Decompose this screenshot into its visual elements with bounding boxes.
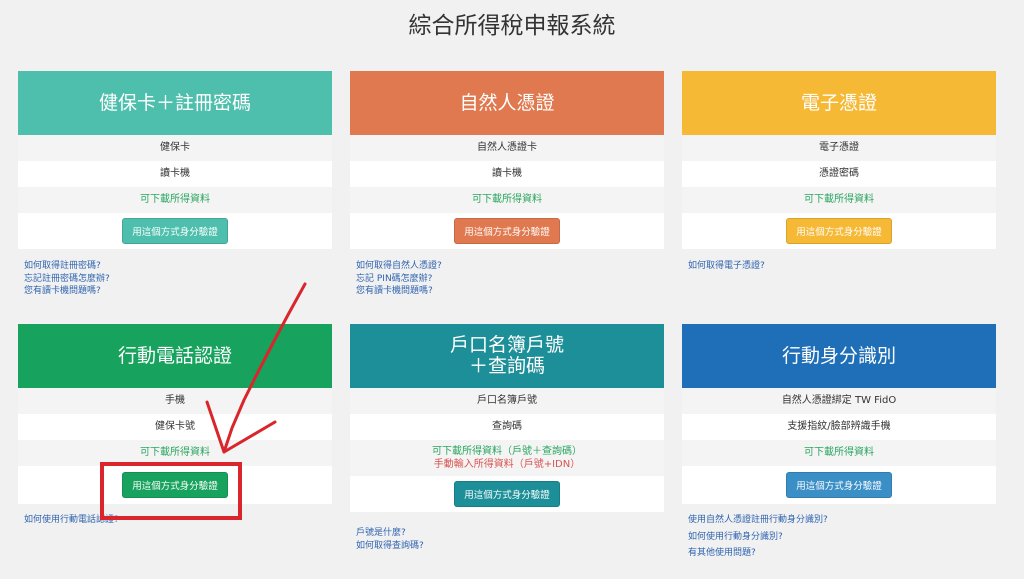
download-note: 可下載所得資料 — [682, 187, 996, 213]
help-links-nhi: 如何取得註冊密碼? 忘記註冊密碼怎麼辦? 您有讀卡機問題嗎? — [24, 260, 344, 298]
card-header-citizen-cert: 自然人憑證 — [350, 71, 664, 135]
help-link[interactable]: 如何取得電子憑證? — [688, 260, 1008, 273]
help-link[interactable]: 有其他使用問題? — [688, 547, 1008, 560]
help-links-citizen-cert: 如何取得自然人憑證? 忘記 PIN碼怎麼辦? 您有讀卡機問題嗎? — [356, 260, 676, 298]
download-note: 可下載所得資料 — [682, 440, 996, 466]
button-row: 用這個方式身分驗證 — [682, 466, 996, 504]
button-row: 用這個方式身分驗證 — [682, 213, 996, 249]
requirement-row: 手機 — [18, 388, 332, 414]
card-header-nhi: 健保卡＋註冊密碼 — [18, 71, 332, 135]
help-links-mobile-phone: 如何使用行動電話認證? — [24, 514, 344, 527]
requirement-row: 讀卡機 — [18, 161, 332, 187]
help-link[interactable]: 您有讀卡機問題嗎? — [24, 285, 344, 298]
card-title: 自然人憑證 — [459, 91, 555, 114]
card-title: 行動電話認證 — [117, 344, 232, 367]
requirement-row: 自然人憑證卡 — [350, 135, 664, 161]
button-row: 用這個方式身分驗證 — [350, 213, 664, 249]
requirement-row: 健保卡號 — [18, 414, 332, 440]
verify-e-cert-button[interactable]: 用這個方式身分驗證 — [786, 218, 892, 244]
help-link[interactable]: 如何取得註冊密碼? — [24, 260, 344, 273]
card-header-household: 戶口名簿戶號 ＋查詢碼 — [350, 324, 664, 388]
card-household: 戶口名簿戶號 ＋查詢碼 戶口名簿戶號 查詢碼 可下載所得資料（戶號＋查詢碼） 手… — [350, 324, 664, 512]
requirement-row: 支援指紋/臉部辨識手機 — [682, 414, 996, 440]
button-row: 用這個方式身分驗證 — [350, 476, 664, 512]
requirement-row: 電子憑證 — [682, 135, 996, 161]
verify-nhi-button[interactable]: 用這個方式身分驗證 — [122, 218, 228, 244]
help-links-household: 戶號是什麼? 如何取得查詢碼? — [356, 527, 676, 552]
help-link[interactable]: 忘記註冊密碼怎麼辦? — [24, 273, 344, 286]
card-title: 電子憑證 — [800, 91, 877, 114]
requirement-row: 讀卡機 — [350, 161, 664, 187]
help-link[interactable]: 如何取得查詢碼? — [356, 540, 676, 553]
card-title: 戶口名簿戶號 — [449, 334, 564, 356]
button-row: 用這個方式身分驗證 — [18, 466, 332, 504]
card-citizen-cert: 自然人憑證 自然人憑證卡 讀卡機 可下載所得資料 用這個方式身分驗證 — [350, 71, 664, 249]
help-links-mobile-id: 使用自然人憑證註冊行動身分識別? 如何使用行動身分識別? 有其他使用問題? — [688, 514, 1008, 560]
note-row: 可下載所得資料（戶號＋查詢碼） 手動輸入所得資料（戶號+IDN） — [350, 440, 664, 476]
help-link[interactable]: 您有讀卡機問題嗎? — [356, 285, 676, 298]
download-note: 可下載所得資料 — [18, 187, 332, 213]
help-link[interactable]: 如何取得自然人憑證? — [356, 260, 676, 273]
requirement-row: 憑證密碼 — [682, 161, 996, 187]
page-title: 綜合所得稅申報系統 — [408, 13, 616, 39]
card-mobile-id: 行動身分識別 自然人憑證綁定 TW FidO 支援指紋/臉部辨識手機 可下載所得… — [682, 324, 996, 504]
help-link[interactable]: 戶號是什麼? — [356, 527, 676, 540]
verify-citizen-cert-button[interactable]: 用這個方式身分驗證 — [454, 218, 560, 244]
verify-mobile-id-button[interactable]: 用這個方式身分驗證 — [786, 472, 892, 498]
card-title: 健保卡＋註冊密碼 — [98, 91, 251, 114]
help-link[interactable]: 如何使用行動電話認證? — [24, 514, 344, 527]
download-note: 可下載所得資料 — [350, 187, 664, 213]
verify-household-button[interactable]: 用這個方式身分驗證 — [454, 481, 560, 507]
help-link[interactable]: 忘記 PIN碼怎麼辦? — [356, 273, 676, 286]
button-row: 用這個方式身分驗證 — [18, 213, 332, 249]
download-note: 可下載所得資料（戶號＋查詢碼） — [432, 446, 582, 457]
help-links-e-cert: 如何取得電子憑證? — [688, 260, 1008, 273]
download-note: 可下載所得資料 — [18, 440, 332, 466]
card-header-mobile-id: 行動身分識別 — [682, 324, 996, 388]
card-e-cert: 電子憑證 電子憑證 憑證密碼 可下載所得資料 用這個方式身分驗證 — [682, 71, 996, 249]
card-title: 行動身分識別 — [781, 344, 896, 367]
help-link[interactable]: 如何使用行動身分識別? — [688, 531, 1008, 544]
card-nhi: 健保卡＋註冊密碼 健保卡 讀卡機 可下載所得資料 用這個方式身分驗證 — [18, 71, 332, 249]
card-header-mobile-phone: 行動電話認證 — [18, 324, 332, 388]
verify-mobile-phone-button[interactable]: 用這個方式身分驗證 — [122, 472, 228, 498]
card-title-line2: ＋查詢碼 — [468, 355, 545, 377]
requirement-row: 自然人憑證綁定 TW FidO — [682, 388, 996, 414]
requirement-row: 查詢碼 — [350, 414, 664, 440]
card-mobile-phone: 行動電話認證 手機 健保卡號 可下載所得資料 用這個方式身分驗證 — [18, 324, 332, 504]
manual-entry-note: 手動輸入所得資料（戶號+IDN） — [433, 459, 581, 470]
requirement-row: 健保卡 — [18, 135, 332, 161]
help-link[interactable]: 使用自然人憑證註冊行動身分識別? — [688, 514, 1008, 527]
requirement-row: 戶口名簿戶號 — [350, 388, 664, 414]
card-header-e-cert: 電子憑證 — [682, 71, 996, 135]
